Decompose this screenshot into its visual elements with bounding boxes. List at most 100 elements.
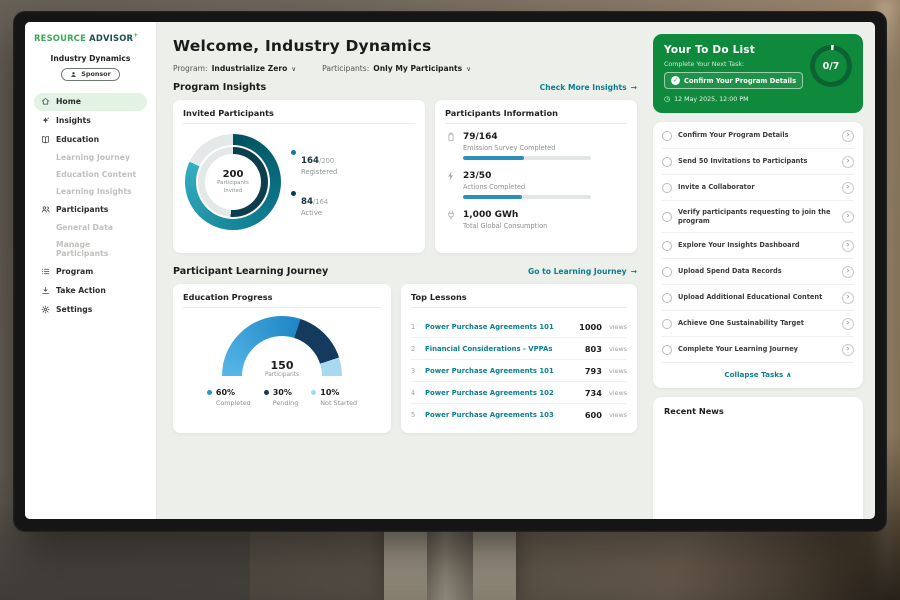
task-chevron-icon[interactable]: › [842,156,854,168]
sidebar-item-label: Home [56,97,81,106]
task-chevron-icon[interactable]: › [842,266,854,278]
sidebar-item-home[interactable]: Home [34,93,147,111]
link-label: Go to Learning Journey [528,267,627,276]
todo-task-item[interactable]: Explore Your Insights Dashboard › [662,233,854,259]
recent-news-title: Recent News [664,406,724,416]
task-chevron-icon[interactable]: › [842,344,854,356]
collapse-tasks-button[interactable]: Collapse Tasks ∧ [662,362,854,388]
check-more-insights-link[interactable]: Check More Insights → [540,83,637,92]
todo-task-list: Confirm Your Program Details › Send 50 I… [662,123,854,362]
sidebar-item-settings[interactable]: Settings [34,301,147,319]
sidebar-item-label: Settings [56,305,92,314]
sidebar-item-education[interactable]: Education [34,131,147,149]
lesson-link[interactable]: Power Purchase Agreements 101 [425,323,572,331]
battery-icon [445,132,456,160]
todo-task-item[interactable]: Confirm Your Program Details › [662,123,854,149]
task-chevron-icon[interactable]: › [842,182,854,194]
task-checkbox[interactable] [662,157,672,167]
card-title: Participants Information [445,108,627,124]
legend-pct: 30% [273,388,292,397]
task-chevron-icon[interactable]: › [842,292,854,304]
legend-item-pending: 30% Pending [264,388,299,407]
legend-dot [291,191,296,196]
task-chevron-icon[interactable]: › [842,130,854,142]
lesson-link[interactable]: Power Purchase Agreements 102 [425,389,578,397]
filter-label: Program: [173,64,208,73]
todo-task-item[interactable]: Achieve One Sustainability Target › [662,311,854,337]
todo-task-item[interactable]: Invite a Collaborator › [662,175,854,201]
task-checkbox[interactable] [662,183,672,193]
donut-center-value: 200 [223,169,244,180]
sidebar-item-manage-participants[interactable]: Manage Participants [34,237,147,262]
chevron-down-icon: ∨ [291,65,296,73]
sidebar-item-learning-journey[interactable]: Learning Journey [34,150,147,166]
card-title: Education Progress [183,292,381,308]
book-icon [40,135,50,144]
todo-task-item[interactable]: Verify participants requesting to join t… [662,201,854,233]
lesson-views-label: views [609,345,627,353]
top-lessons-list: 1 Power Purchase Agreements 101 1000 vie… [411,316,627,425]
sidebar-item-learning-insights[interactable]: Learning Insights [34,184,147,200]
lesson-row: 1 Power Purchase Agreements 101 1000 vie… [411,316,627,338]
card-title: Top Lessons [411,292,627,308]
card-title: Invited Participants [183,108,415,124]
stat-emission-survey: 79/164 Emission Survey Completed [445,132,627,160]
page-title: Welcome, Industry Dynamics [173,37,637,55]
task-checkbox[interactable] [662,319,672,329]
role-badge: Sponsor [61,68,119,81]
gauge-center-label: Participants [222,372,342,378]
task-chevron-icon[interactable]: › [842,318,854,330]
invited-participants-card: Invited Participants 200 Participants In… [173,100,425,253]
lesson-link[interactable]: Power Purchase Agreements 103 [425,411,578,419]
sidebar-item-education-content[interactable]: Education Content [34,167,147,183]
sidebar-item-general-data[interactable]: General Data [34,220,147,236]
sidebar-item-label: Manage Participants [56,240,141,258]
sidebar-item-program[interactable]: Program [34,263,147,281]
task-chevron-icon[interactable]: › [842,240,854,252]
program-filter[interactable]: Program: Industrialize Zero ∨ [173,64,296,73]
sidebar-item-label: Education Content [56,170,136,179]
todo-task-item[interactable]: Upload Spend Data Records › [662,259,854,285]
task-chevron-icon[interactable]: › [842,211,854,223]
task-label: Explore Your Insights Dashboard [678,241,836,250]
clock-icon: ◷ [664,95,670,103]
participants-filter[interactable]: Participants: Only My Participants ∨ [322,64,471,73]
legend-value: 84 [301,197,313,207]
sidebar-item-participants[interactable]: Participants [34,201,147,219]
task-checkbox[interactable] [662,267,672,277]
legend-item-registered: 164/200 Registered [291,148,337,176]
task-checkbox[interactable] [662,293,672,303]
todo-task-item[interactable]: Upload Additional Educational Content › [662,285,854,311]
plug-icon [445,210,456,234]
sidebar-item-label: Program [56,267,93,276]
task-checkbox[interactable] [662,241,672,251]
filter-bar: Program: Industrialize Zero ∨ Participan… [173,64,637,73]
legend-label: Pending [273,399,299,407]
lesson-link[interactable]: Power Purchase Agreements 101 [425,367,578,375]
gear-icon [40,305,50,314]
stat-label: Total Global Consumption [463,222,547,230]
legend-item-active: 84/164 Active [291,189,337,217]
task-checkbox[interactable] [662,212,672,222]
task-checkbox[interactable] [662,131,672,141]
task-checkbox[interactable] [662,345,672,355]
next-task-pill[interactable]: ✓ Confirm Your Program Details [664,72,803,89]
gauge-center-value: 150 [222,360,342,372]
lesson-link[interactable]: Financial Considerations - VPPAs [425,345,578,353]
lesson-row: 3 Power Purchase Agreements 101 793 view… [411,360,627,382]
sidebar-item-label: Participants [56,205,108,214]
todo-task-item[interactable]: Complete Your Learning Journey › [662,337,854,362]
due-row: ◷ 12 May 2025, 12:00 PM [664,95,852,103]
recent-news-card: Recent News [653,397,863,519]
todo-task-item[interactable]: Send 50 Invitations to Participants › [662,149,854,175]
invited-participants-donut-chart: 200 Participants Invited [185,134,281,230]
legend-dot [291,150,296,155]
program-insights-header: Program Insights Check More Insights → [173,82,637,93]
lesson-rank: 2 [411,345,418,353]
home-icon [40,97,50,106]
filter-value: Only My Participants [373,64,462,73]
sidebar-item-take-action[interactable]: Take Action [34,282,147,300]
sidebar-item-label: Insights [56,116,91,125]
sidebar-item-insights[interactable]: Insights [34,112,147,130]
go-to-learning-journey-link[interactable]: Go to Learning Journey → [528,267,637,276]
